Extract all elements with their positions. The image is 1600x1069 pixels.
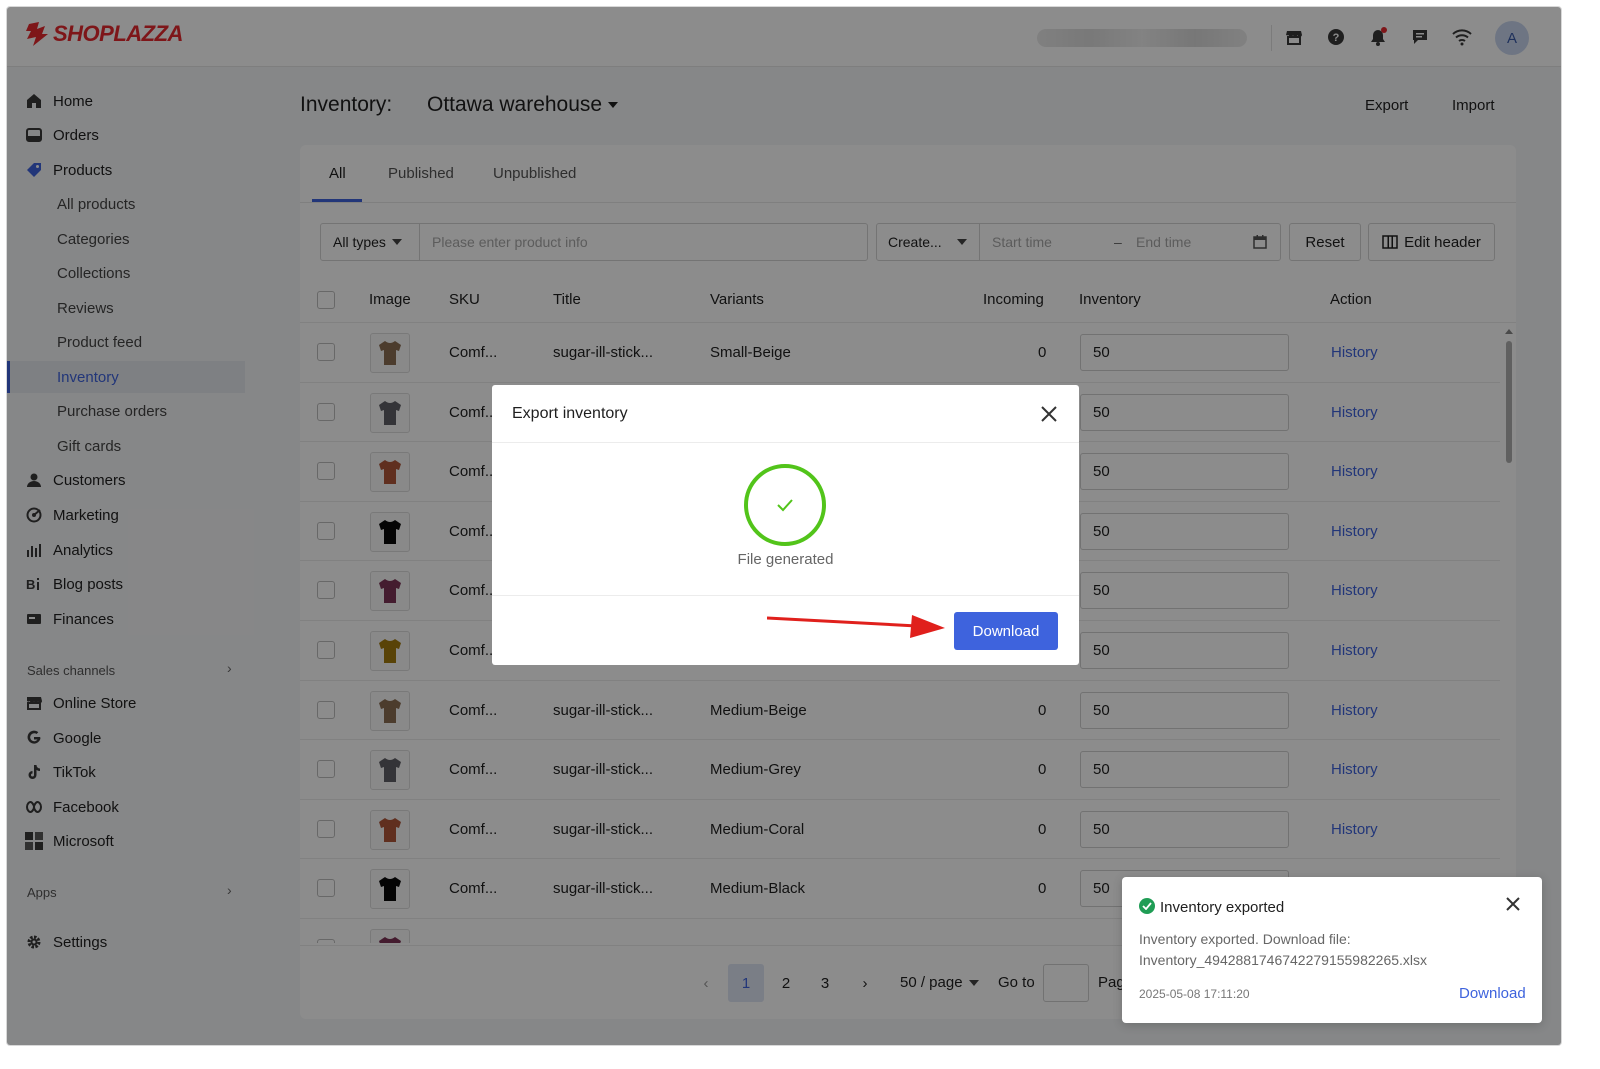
download-button[interactable]: Download [954,612,1058,650]
toast-timestamp: 2025-05-08 17:11:20 [1139,987,1250,1001]
annotation-arrow-icon [767,615,945,638]
toast-filename: Inventory_4942881746742279155982265.xlsx [1139,952,1428,968]
file-generated-status: File generated [737,551,834,568]
export-inventory-modal: Export inventory File generated Download [492,385,1079,665]
app-window: SHOPLAZZA ? A Home Orders Products All p… [6,6,1562,1046]
success-check-icon [744,464,826,546]
toast-download-link[interactable]: Download [1459,985,1526,1002]
modal-footer: Download [492,595,1079,665]
modal-title: Export inventory [512,405,628,422]
toast-title: Inventory exported [1160,899,1285,916]
close-icon[interactable] [1504,895,1522,913]
toast-message: Inventory exported. Download file: Inven… [1139,929,1529,971]
modal-header: Export inventory [492,385,1079,443]
toast-message-text: Inventory exported. Download file: [1139,931,1351,947]
close-icon[interactable] [1038,403,1060,425]
success-check-icon [1139,898,1155,914]
export-toast: Inventory exported Inventory exported. D… [1122,877,1542,1023]
